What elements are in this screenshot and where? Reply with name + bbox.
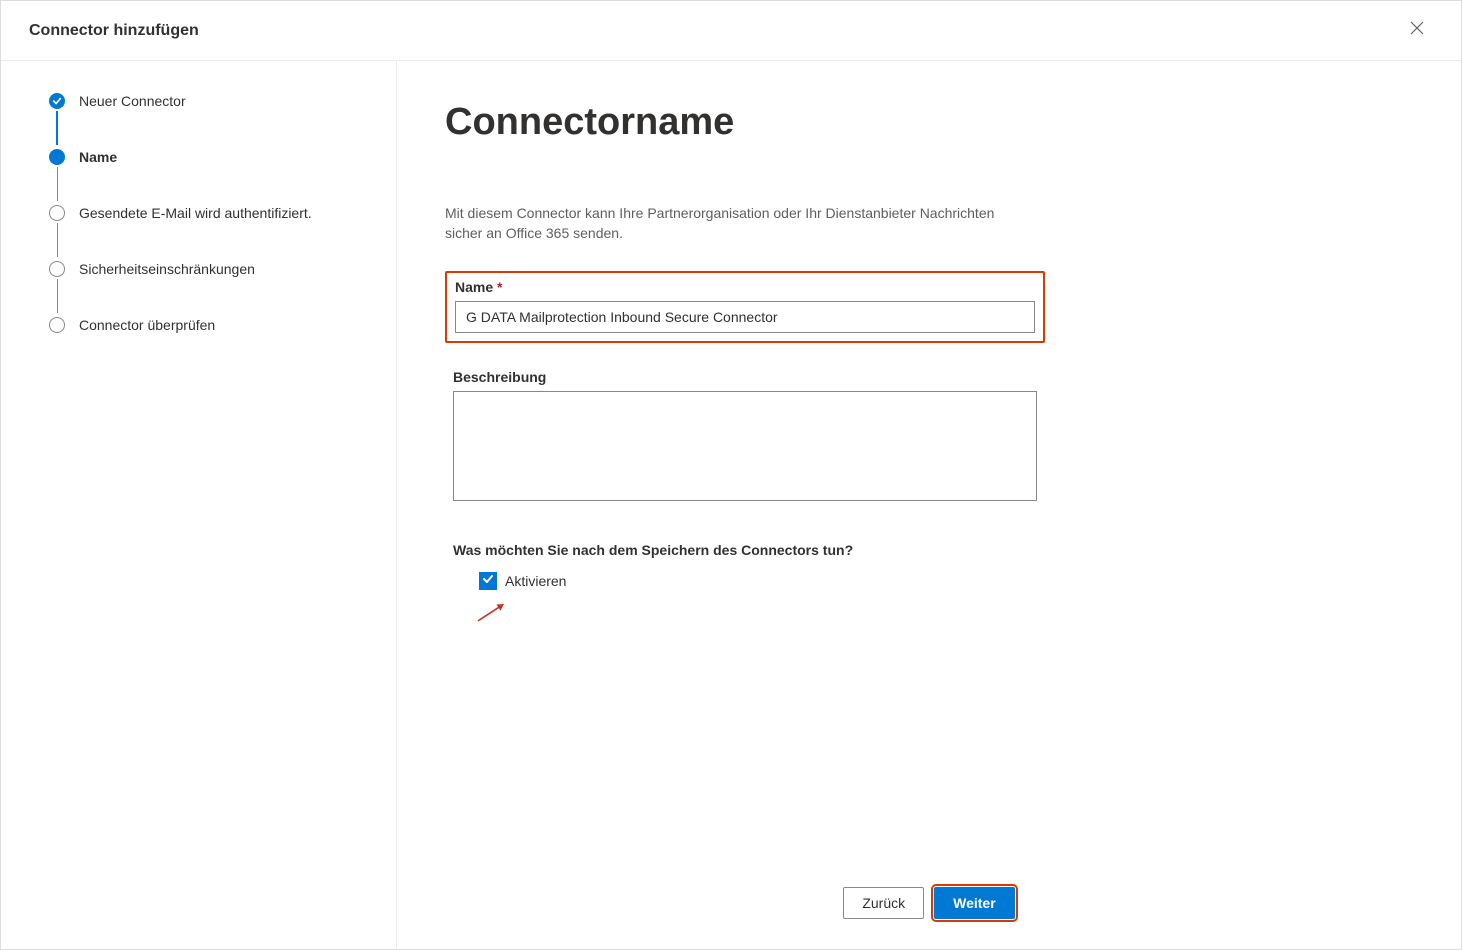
activate-checkbox-label: Aktivieren <box>505 573 566 589</box>
step-auth-email[interactable]: Gesendete E-Mail wird authentifiziert. <box>49 203 376 259</box>
wizard-sidebar: Neuer Connector Name Gesendete E-Mail wi… <box>1 61 397 949</box>
step-security-restrictions[interactable]: Sicherheitseinschränkungen <box>49 259 376 315</box>
step-label: Name <box>79 147 117 167</box>
dialog-body: Neuer Connector Name Gesendete E-Mail wi… <box>1 61 1461 949</box>
description-field-group: Beschreibung <box>445 361 1045 514</box>
wizard-footer: Zurück Weiter <box>397 887 1461 919</box>
step-label: Gesendete E-Mail wird authentifiziert. <box>79 203 312 223</box>
name-label: Name * <box>455 279 1035 295</box>
back-button[interactable]: Zurück <box>843 887 924 919</box>
description-textarea[interactable] <box>453 391 1037 501</box>
step-label: Sicherheitseinschränkungen <box>79 259 255 279</box>
step-name[interactable]: Name <box>49 147 376 203</box>
post-save-question: Was möchten Sie nach dem Speichern des C… <box>453 542 1401 558</box>
step-marker-current-icon <box>49 149 65 165</box>
dialog-header: Connector hinzufügen <box>1 1 1461 61</box>
description-label: Beschreibung <box>453 369 1037 385</box>
step-marker-upcoming-icon <box>49 205 65 221</box>
activate-checkbox-row: Aktivieren <box>479 572 1401 590</box>
step-marker-upcoming-icon <box>49 317 65 333</box>
wizard-main: Connectorname Mit diesem Connector kann … <box>397 61 1461 949</box>
name-input[interactable] <box>455 301 1035 333</box>
step-label: Connector überprüfen <box>79 315 215 335</box>
step-review-connector[interactable]: Connector überprüfen <box>49 315 376 335</box>
name-field-group: Name * <box>445 271 1045 343</box>
annotation-arrow-icon <box>471 597 517 631</box>
required-mark: * <box>497 279 502 295</box>
wizard-steps: Neuer Connector Name Gesendete E-Mail wi… <box>49 91 376 335</box>
step-marker-upcoming-icon <box>49 261 65 277</box>
intro-text: Mit diesem Connector kann Ihre Partneror… <box>445 204 1025 243</box>
step-label: Neuer Connector <box>79 91 186 111</box>
page-title: Connectorname <box>445 101 1401 144</box>
checkmark-icon <box>482 572 494 590</box>
next-button[interactable]: Weiter <box>934 887 1015 919</box>
close-icon <box>1410 21 1424 40</box>
step-marker-completed-icon <box>49 93 65 109</box>
step-new-connector[interactable]: Neuer Connector <box>49 91 376 147</box>
close-button[interactable] <box>1401 15 1433 47</box>
activate-checkbox[interactable] <box>479 572 497 590</box>
dialog-title: Connector hinzufügen <box>29 22 199 40</box>
dialog-frame: Connector hinzufügen Neuer Connector <box>0 0 1462 950</box>
